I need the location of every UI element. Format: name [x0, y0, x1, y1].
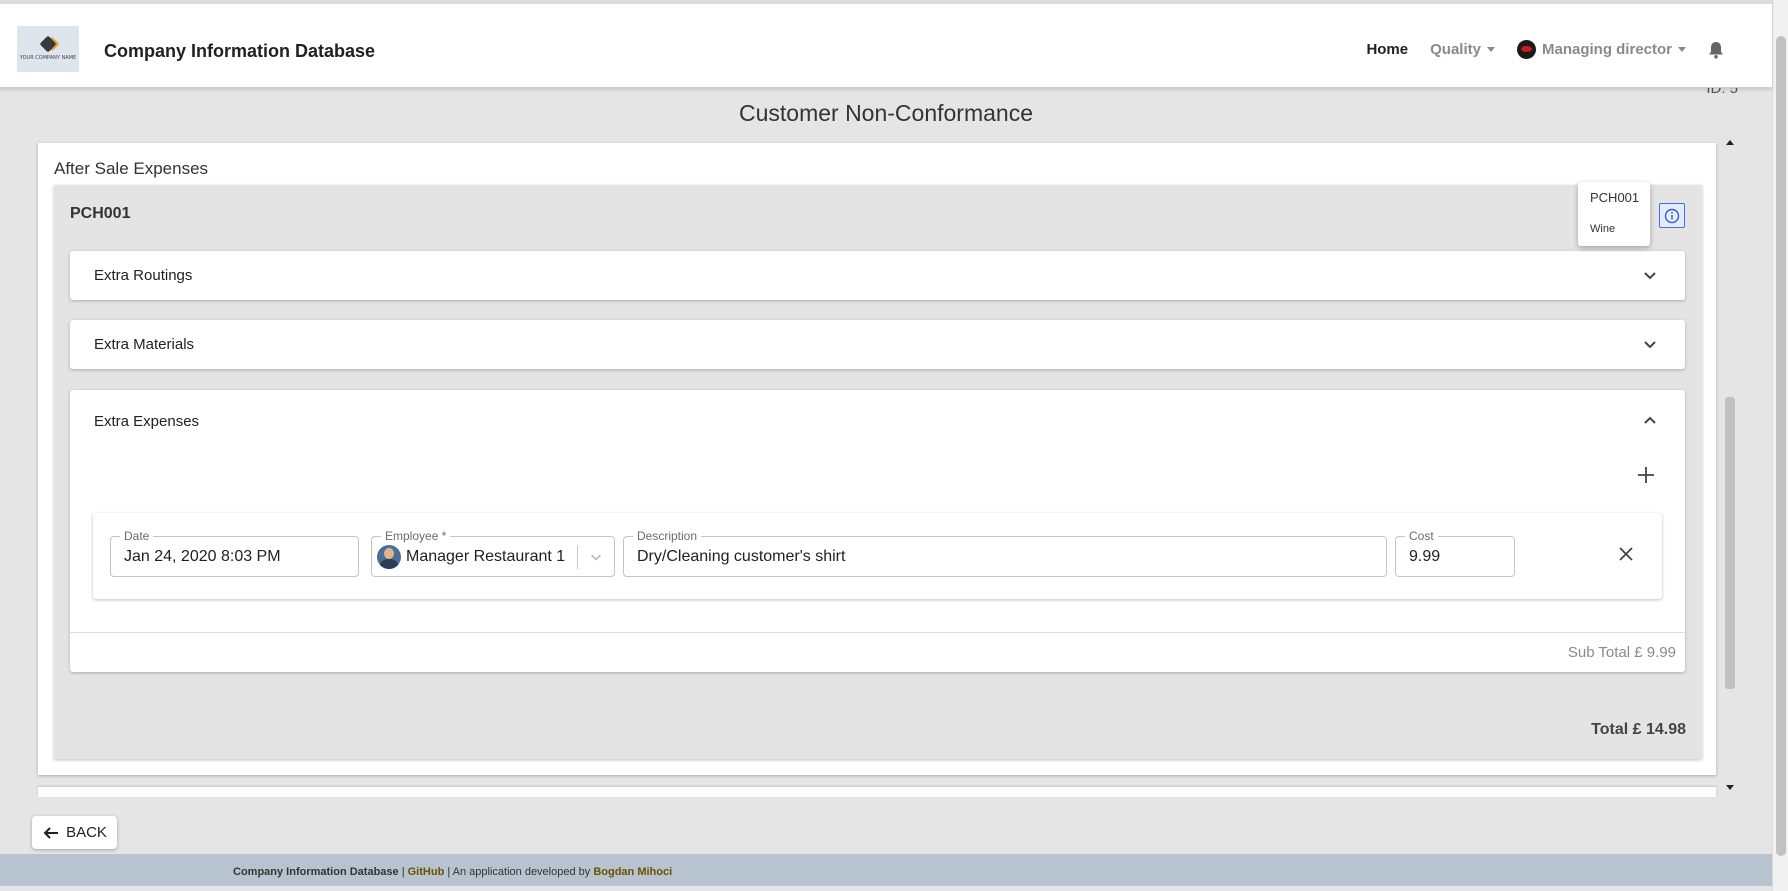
employee-field-value[interactable]: Manager Restaurant 1	[406, 548, 565, 566]
section-heading: After Sale Expenses	[54, 159, 209, 178]
remove-expense-close-icon[interactable]	[1617, 545, 1635, 563]
page-title: Customer Non-Conformance	[738, 100, 1033, 126]
nav-quality-dropdown[interactable]: Quality	[1430, 41, 1495, 58]
footer-app-name: Company Information Database	[233, 866, 399, 878]
footer-author-link[interactable]: Bogdan Mihoci	[593, 866, 672, 878]
accordion-extra-materials[interactable]: Extra Materials	[70, 320, 1685, 369]
caret-down-icon	[1678, 47, 1686, 52]
total-label: Total £ 14.98	[1591, 721, 1686, 738]
chevron-down-icon	[1644, 341, 1656, 349]
description-field-label: Description	[633, 529, 702, 543]
card-scrollbar-thumb[interactable]	[1725, 397, 1735, 689]
user-menu-dropdown[interactable]: Managing director	[1516, 40, 1686, 59]
description-field[interactable]: Description Dry/Cleaning customer's shir…	[623, 529, 1387, 577]
chevron-up-icon[interactable]	[1641, 412, 1659, 430]
nav-home-link[interactable]: Home	[1366, 41, 1408, 58]
product-code: PCH001	[70, 205, 131, 222]
accordion-label: Extra Materials	[94, 336, 195, 353]
accordion-extra-routings[interactable]: Extra Routings	[70, 251, 1685, 300]
date-field[interactable]: Date Jan 24, 2020 8:03 PM	[110, 529, 359, 577]
product-info-tooltip: PCH001 Wine	[1578, 182, 1650, 246]
logo-mark-icon	[39, 35, 57, 52]
accordion-label[interactable]: Extra Expenses	[94, 413, 199, 430]
app-title[interactable]: Company Information Database	[104, 41, 375, 62]
employee-select[interactable]: Employee * Manager Restaurant 1	[371, 529, 615, 577]
cost-field-label: Cost	[1405, 529, 1438, 543]
logo-text: YOUR COMPANY NAME	[19, 54, 77, 61]
scroll-up-arrow-icon[interactable]	[1726, 140, 1734, 145]
add-expense-plus-icon[interactable]	[1636, 465, 1656, 485]
footer: Company Information Database | GitHub | …	[0, 854, 1772, 886]
user-role-label: Managing director	[1541, 41, 1672, 58]
caret-down-icon	[1486, 47, 1495, 52]
next-card-edge	[38, 787, 1716, 797]
cost-field[interactable]: Cost 9.99	[1395, 529, 1515, 577]
footer-developed-by: | An application developed by	[444, 866, 594, 878]
tooltip-product-code: PCH001	[1590, 190, 1640, 205]
expense-row: Date Jan 24, 2020 8:03 PM Employee * Man…	[93, 513, 1662, 599]
back-button[interactable]: BACK	[32, 816, 117, 849]
footer-github-link[interactable]: GitHub	[408, 866, 445, 878]
date-field-label: Date	[120, 529, 154, 543]
product-info-button[interactable]	[1659, 203, 1685, 228]
page-scrollbar[interactable]	[1772, 0, 1788, 891]
arrow-left-icon	[43, 826, 59, 839]
select-divider	[577, 545, 578, 569]
card-scrollbar[interactable]	[1718, 135, 1740, 795]
page-scrollbar-thumb[interactable]	[1776, 36, 1786, 856]
back-button-label: BACK	[66, 824, 107, 841]
select-chevron-down-icon[interactable]	[588, 549, 604, 565]
tooltip-product-name: Wine	[1590, 223, 1616, 235]
main-nav: Home Quality Managing director	[1366, 40, 1724, 59]
date-field-value[interactable]: Jan 24, 2020 8:03 PM	[124, 548, 281, 566]
chevron-down-icon	[1644, 272, 1656, 280]
footer-text: Company Information Database | GitHub | …	[233, 866, 672, 878]
info-icon	[1664, 208, 1680, 223]
employee-field-label: Employee *	[381, 529, 451, 543]
user-avatar	[1516, 40, 1536, 59]
subtotal-divider	[70, 632, 1685, 633]
subtotal-label: Sub Total £ 9.99	[1567, 644, 1676, 661]
cost-field-value[interactable]: 9.99	[1409, 548, 1440, 566]
accordion-label: Extra Routings	[94, 267, 193, 284]
top-navbar: YOUR COMPANY NAME Company Information Da…	[0, 0, 1772, 88]
footer-separator: |	[398, 866, 408, 878]
employee-avatar	[377, 545, 401, 569]
scroll-down-arrow-icon[interactable]	[1726, 785, 1734, 790]
company-logo[interactable]: YOUR COMPANY NAME	[17, 26, 79, 72]
notifications-bell-icon[interactable]	[1708, 41, 1724, 59]
nav-quality-label: Quality	[1430, 41, 1481, 58]
description-field-value[interactable]: Dry/Cleaning customer's shirt	[637, 548, 845, 566]
